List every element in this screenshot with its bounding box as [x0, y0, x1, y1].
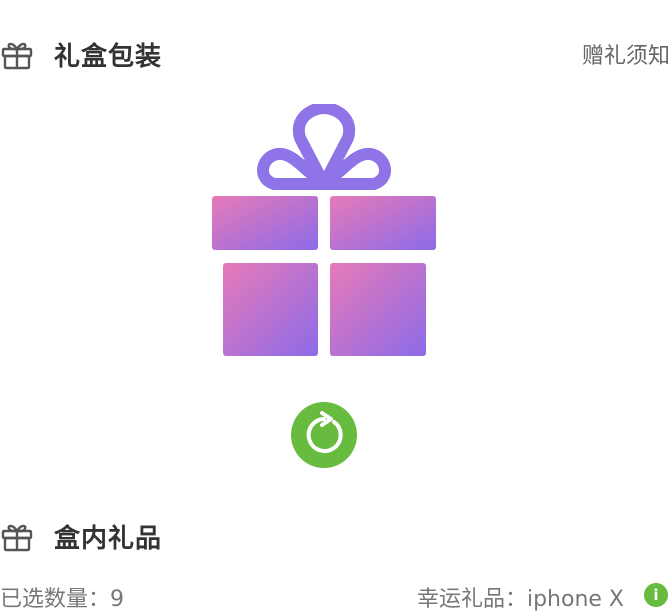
- gift-icon: [0, 519, 34, 553]
- gift-notice-link[interactable]: 赠礼须知: [582, 38, 670, 70]
- gift-icon: [0, 37, 34, 71]
- refresh-button[interactable]: [291, 402, 357, 468]
- gifts-in-box-header: 盒内礼品: [0, 516, 670, 556]
- summary-row: 已选数量：9 幸运礼品：iphone X i: [0, 578, 670, 612]
- packaging-header: 礼盒包装 赠礼须知: [0, 34, 670, 74]
- gift-box-illustration: [208, 102, 440, 360]
- lucky-gift-label: 幸运礼品：iphone X: [416, 587, 624, 612]
- gift-box-icon: [212, 102, 436, 356]
- section-title: 盒内礼品: [54, 523, 163, 554]
- info-icon[interactable]: i: [644, 583, 668, 607]
- page-title: 礼盒包装: [54, 41, 163, 72]
- refresh-icon: [306, 411, 343, 453]
- selected-count: 已选数量：9: [0, 587, 124, 612]
